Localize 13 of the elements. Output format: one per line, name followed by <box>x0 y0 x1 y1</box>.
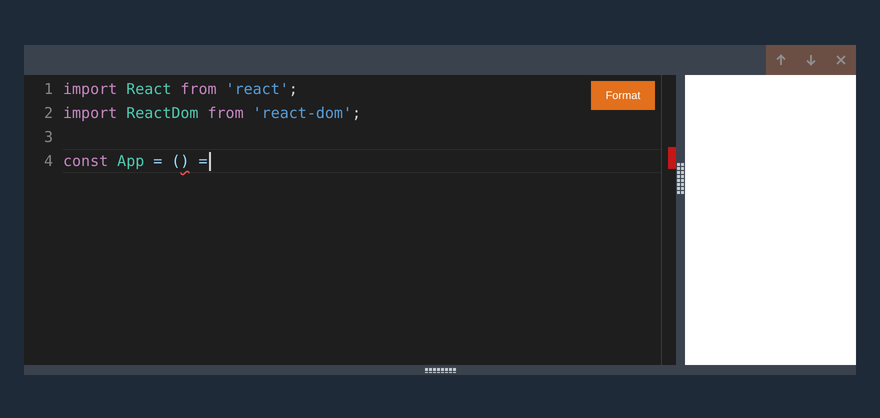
close-icon[interactable] <box>835 54 847 66</box>
code-line: import React from 'react'; <box>63 80 298 98</box>
drag-handle-icon[interactable] <box>424 368 456 372</box>
code-line: const App = () = <box>63 152 208 170</box>
drag-handle-icon[interactable] <box>677 162 684 194</box>
line-number: 2 <box>42 104 54 122</box>
line-number: 4 <box>42 152 54 170</box>
line-number: 1 <box>42 80 54 98</box>
down-arrow-icon[interactable] <box>805 54 817 66</box>
code-line: import ReactDom from 'react-dom'; <box>63 104 362 122</box>
code-editor[interactable]: 1 import React from 'react'; 2 import ReactDom from 'react-dom'; 3 4 const App = () = Format <box>24 75 661 365</box>
up-arrow-icon[interactable] <box>775 54 787 66</box>
line-number: 3 <box>42 128 54 146</box>
